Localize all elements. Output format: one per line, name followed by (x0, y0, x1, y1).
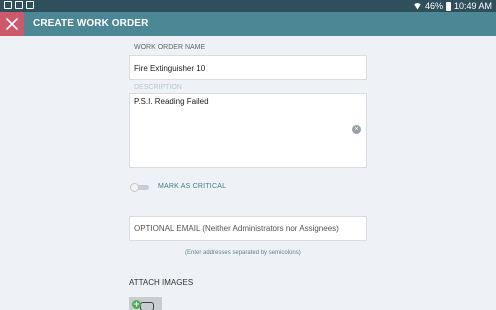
close-button[interactable] (0, 12, 24, 36)
system-icons: 46% 10:49 AM (412, 0, 492, 12)
description-label: DESCRIPTION (134, 84, 182, 91)
attach-image-button[interactable]: + (129, 297, 162, 310)
add-icon: + (132, 299, 141, 309)
battery-icon (445, 1, 451, 11)
wifi-icon (412, 2, 422, 10)
description-value: P.S.I. Reading Failed (134, 97, 209, 106)
work-order-name-label: WORK ORDER NAME (134, 44, 206, 51)
image-icon (15, 1, 23, 9)
email-placeholder: OPTIONAL EMAIL (Neither Administrators n… (134, 224, 339, 233)
mark-critical-label[interactable]: MARK AS CRITICAL (158, 183, 226, 190)
email-hint-text: (Enter addresses separated by semicolons… (185, 250, 301, 256)
camera-icon (140, 302, 154, 310)
clock: 10:49 AM (453, 1, 492, 11)
clear-description-button[interactable]: × (352, 125, 361, 134)
toggle-thumb (130, 183, 139, 192)
work-order-name-field[interactable]: Fire Extinguisher 10 (129, 55, 367, 80)
usb-icon (26, 1, 34, 9)
close-icon (6, 18, 18, 30)
page-title: CREATE WORK ORDER (33, 18, 149, 29)
notification-icons (4, 1, 34, 9)
work-order-name-value: Fire Extinguisher 10 (134, 64, 206, 73)
photo-icon (4, 1, 12, 9)
app-bar: CREATE WORK ORDER (0, 12, 496, 36)
attach-images-label: ATTACH IMAGES (129, 278, 194, 287)
battery-percent: 46% (424, 1, 443, 11)
status-bar: 46% 10:49 AM (0, 0, 496, 12)
clear-icon: × (354, 126, 359, 133)
critical-toggle[interactable] (130, 183, 149, 192)
